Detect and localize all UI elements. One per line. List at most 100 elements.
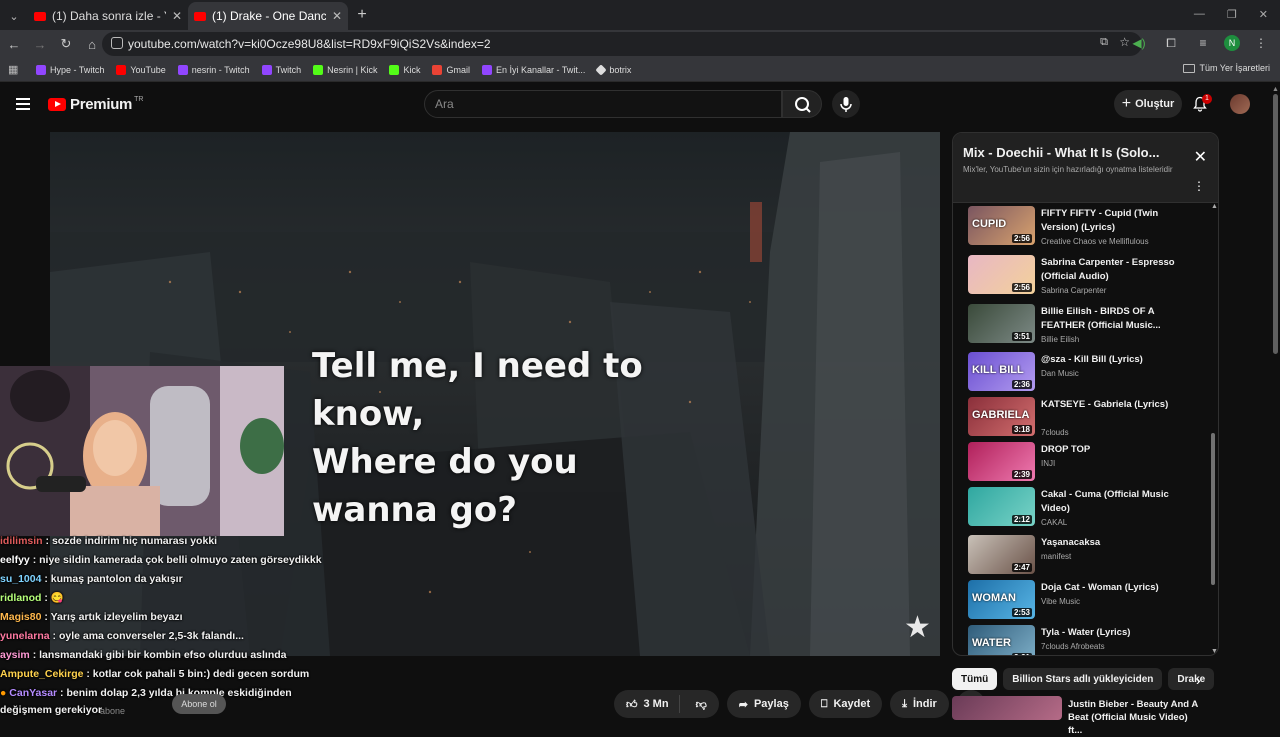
bookmark-item[interactable]: Gmail bbox=[432, 64, 470, 75]
youtube-favicon-icon bbox=[34, 11, 46, 21]
scroll-up-icon[interactable]: ▲ bbox=[1211, 203, 1218, 210]
chip-drake[interactable]: Drake bbox=[1168, 668, 1215, 690]
install-icon[interactable]: ⧉ bbox=[1100, 36, 1108, 49]
playlist-item-thumbnail[interactable]: CUPID 2:56 bbox=[968, 206, 1035, 245]
related-video-title[interactable]: Justin Bieber - Beauty And A Beat (Offic… bbox=[1068, 698, 1198, 737]
bookmark-item[interactable]: Nesrin | Kick bbox=[313, 64, 377, 75]
playlist-item-channel: CAKAL bbox=[1041, 518, 1068, 527]
playlist-item-thumbnail[interactable]: 2:47 bbox=[968, 535, 1035, 574]
forward-icon[interactable]: → bbox=[28, 32, 52, 56]
playlist-item[interactable]: 2:47 Yaşanacaksa manifest bbox=[953, 535, 1215, 583]
bookmark-item[interactable]: Kick bbox=[389, 64, 420, 75]
playlist-item-thumbnail[interactable]: KILL BILL 2:36 bbox=[968, 352, 1035, 391]
playlist-item[interactable]: KILL BILL 2:36 @sza - Kill Bill (Lyrics) Da… bbox=[953, 352, 1215, 400]
scroll-down-icon[interactable]: ▼ bbox=[1211, 648, 1218, 655]
scrollbar-thumb[interactable] bbox=[1273, 94, 1278, 354]
url-text: youtube.com/watch?v=ki0Ocze98U8&list=RD9… bbox=[128, 37, 491, 51]
chat-text: değişmem gerekiyor bbox=[0, 704, 103, 716]
playlist-item-title: Tyla - Water (Lyrics) bbox=[1041, 627, 1131, 638]
dislike-button[interactable]: 👎︎ bbox=[686, 698, 719, 711]
playlist-item-title: Billie Eilish - BIRDS OF A FEATHER (Offi… bbox=[1041, 306, 1161, 331]
chat-message: değişmem gerekiyor bbox=[0, 703, 340, 717]
plus-icon: + bbox=[1121, 95, 1132, 112]
minimize-icon[interactable]: — bbox=[1194, 8, 1205, 21]
youtube-premium-logo[interactable]: Premium TR bbox=[48, 96, 143, 113]
subscriber-count: abone bbox=[100, 706, 126, 716]
close-tab-icon[interactable]: ✕ bbox=[332, 9, 342, 23]
home-icon[interactable]: ⌂ bbox=[80, 32, 104, 56]
playlist-item[interactable]: 2:39 DROP TOP INJI bbox=[953, 442, 1215, 490]
account-avatar[interactable] bbox=[1230, 94, 1250, 114]
playlist-item-thumbnail[interactable]: 3:51 bbox=[968, 304, 1035, 343]
browser-menu-icon[interactable]: ⋮ bbox=[1250, 32, 1272, 54]
playlist-subtitle: Mix'ler, YouTube'un sizin için hazırladı… bbox=[963, 165, 1173, 174]
chat-message: idilimsin : sozde indirim hiç numarası y… bbox=[0, 535, 218, 547]
bookmark-item[interactable]: nesrin - Twitch bbox=[177, 64, 250, 75]
search-input[interactable]: Ara bbox=[424, 90, 782, 118]
reload-icon[interactable]: ↻ bbox=[54, 32, 78, 56]
playlist-item-thumbnail[interactable]: WOMAN 2:53 bbox=[968, 580, 1035, 619]
bookmark-item[interactable]: Hype - Twitch bbox=[36, 64, 104, 75]
playlist-item[interactable]: 3:51 Billie Eilish - BIRDS OF A FEATHER (… bbox=[953, 304, 1215, 352]
share-button[interactable]: ➦ Paylaş bbox=[726, 690, 801, 718]
subscribe-button[interactable]: Abone ol bbox=[172, 694, 226, 714]
search-button[interactable] bbox=[782, 90, 822, 118]
page-scrollbar[interactable]: ▲ bbox=[1271, 86, 1280, 720]
chat-message: su_1004 : kumaş pantolon da yakışır bbox=[0, 573, 183, 585]
playlist-item-thumbnail[interactable]: 2:12 bbox=[968, 487, 1035, 526]
playlist-item[interactable]: 2:56 Sabrina Carpenter - Espresso (Offici… bbox=[953, 255, 1215, 303]
sound-extension-icon[interactable]: ◀) bbox=[1128, 32, 1150, 54]
scroll-up-icon[interactable]: ▲ bbox=[1272, 86, 1279, 93]
close-icon[interactable]: ✕ bbox=[1194, 147, 1207, 167]
chip-uploader[interactable]: Billion Stars adlı yükleyiciden bbox=[1003, 668, 1163, 690]
chat-message: ● CanYasar : benim dolap 2,3 yılda bi ko… bbox=[0, 687, 292, 699]
playlist-item[interactable]: 2:12 Cakal - Cuma (Official Music Video) C… bbox=[953, 487, 1215, 535]
playlist-item[interactable]: GABRIELA 3:18 KATSEYE - Gabriela (Lyrics) 7… bbox=[953, 397, 1215, 445]
bookmark-item[interactable]: YouTube bbox=[116, 64, 166, 75]
related-video[interactable]: Justin Bieber - Beauty And A Beat (Offic… bbox=[952, 696, 1212, 736]
chat-text: Yarış artık izleyelim beyazı bbox=[50, 611, 183, 623]
menu-hamburger-icon[interactable] bbox=[16, 98, 30, 110]
playlist-scrollbar[interactable]: ▲ ▼ bbox=[1211, 203, 1218, 655]
folder-icon bbox=[1183, 63, 1196, 73]
bookmark-item[interactable]: botrix bbox=[595, 63, 631, 76]
twitch-icon bbox=[177, 64, 188, 75]
playlist-item[interactable]: WOMAN 2:53 Doja Cat - Woman (Lyrics) Vibe M… bbox=[953, 580, 1215, 628]
playlist-item-thumbnail[interactable]: 2:56 bbox=[968, 255, 1035, 294]
playlist-item-thumbnail[interactable]: GABRIELA 3:18 bbox=[968, 397, 1035, 436]
playlist-item-thumbnail[interactable]: 2:39 bbox=[968, 442, 1035, 481]
chip-all[interactable]: Tümü bbox=[952, 668, 998, 690]
related-video-thumbnail[interactable] bbox=[952, 696, 1062, 720]
playlist-item[interactable]: CUPID 2:56 FIFTY FIFTY - Cupid (Twin Versi… bbox=[953, 206, 1215, 254]
profile-avatar[interactable]: N bbox=[1224, 35, 1240, 51]
all-bookmarks[interactable]: Tüm Yer İşaretleri bbox=[1183, 63, 1270, 73]
bookmark-item[interactable]: En İyi Kanallar - Twit... bbox=[482, 64, 585, 75]
browser-tab-2[interactable]: (1) Drake - One Dance (Lyrics) ft. ✕ bbox=[188, 2, 348, 30]
playlist-title[interactable]: Mix - Doechii - What It Is (Solo... bbox=[963, 145, 1163, 160]
download-button[interactable]: ⤓ İndir bbox=[890, 690, 949, 718]
chat-message: Magis80 : Yarış artık izleyelim beyazı bbox=[0, 611, 183, 623]
create-button[interactable]: + Oluştur bbox=[1114, 90, 1182, 118]
extensions-icon[interactable]: ⧠ bbox=[1160, 32, 1182, 54]
reading-list-icon[interactable]: ≡ bbox=[1192, 32, 1214, 54]
tab-search-icon[interactable]: ⌄ bbox=[0, 2, 28, 30]
bookmark-item[interactable]: Twitch bbox=[261, 64, 301, 75]
chevron-right-icon[interactable]: › bbox=[1196, 672, 1201, 688]
playlist-item[interactable]: WATER 3:21 Tyla - Water (Lyrics) 7clouds Af… bbox=[953, 625, 1215, 655]
voice-search-button[interactable] bbox=[832, 90, 860, 118]
close-tab-icon[interactable]: ✕ bbox=[172, 9, 182, 23]
playlist-item-thumbnail[interactable]: WATER 3:21 bbox=[968, 625, 1035, 655]
more-vertical-icon[interactable]: ⋮ bbox=[1193, 179, 1205, 193]
apps-grid-icon[interactable]: ▦ bbox=[8, 63, 22, 76]
close-window-icon[interactable]: ✕ bbox=[1259, 8, 1268, 21]
like-button[interactable]: 👍︎ 3 Mn bbox=[614, 695, 680, 713]
url-bar[interactable]: youtube.com/watch?v=ki0Ocze98U8&list=RD9… bbox=[102, 32, 1142, 56]
save-button[interactable]: ⎕ Kaydet bbox=[808, 690, 883, 718]
browser-tab-1[interactable]: (1) Daha sonra izle - YouTube ✕ bbox=[28, 2, 188, 30]
maximize-icon[interactable]: ❐ bbox=[1227, 8, 1237, 21]
site-info-icon[interactable] bbox=[111, 37, 123, 49]
mix-playlist-panel: Mix - Doechii - What It Is (Solo... Mix'… bbox=[952, 132, 1219, 656]
scrollbar-thumb[interactable] bbox=[1211, 433, 1215, 585]
back-icon[interactable]: ← bbox=[2, 32, 26, 56]
new-tab-button[interactable]: + bbox=[348, 2, 376, 30]
